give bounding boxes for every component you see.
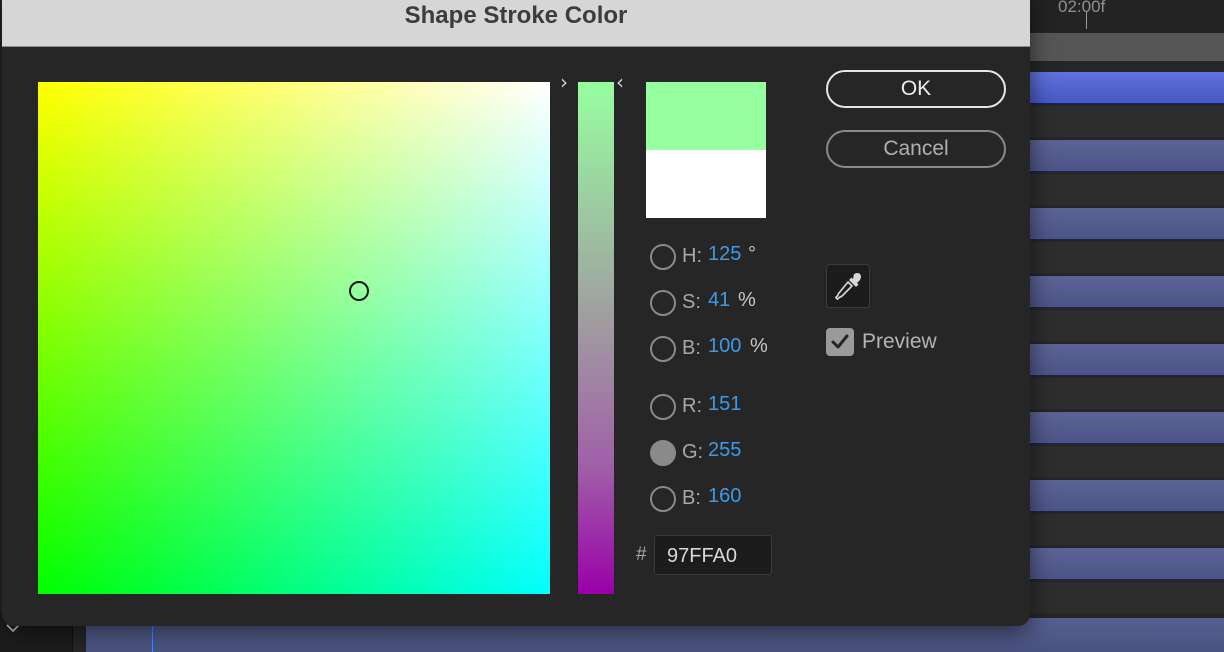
color-field-overlay xyxy=(38,82,550,594)
layer-bar[interactable] xyxy=(1000,276,1224,307)
slider-right-arrow-icon: › xyxy=(560,70,568,94)
timeline-tick xyxy=(1086,12,1087,29)
brightness-unit: % xyxy=(750,335,768,357)
blue-label: B: xyxy=(682,487,701,509)
layer-row xyxy=(1000,106,1224,137)
layer-row xyxy=(1000,378,1224,409)
red-value[interactable]: 151 xyxy=(708,393,741,416)
green-value[interactable]: 255 xyxy=(708,439,741,462)
hex-value: 97FFA0 xyxy=(667,545,738,567)
slider-left-arrow-icon: ‹ xyxy=(616,70,624,94)
layer-bar[interactable] xyxy=(1000,412,1224,443)
hue-label: H: xyxy=(682,245,702,267)
brightness-value[interactable]: 100 xyxy=(708,335,741,358)
timeline-scrollbar[interactable] xyxy=(1000,33,1224,61)
red-row: R: 151 xyxy=(646,392,766,422)
layer-bar[interactable] xyxy=(1000,72,1224,103)
brightness-label: B: xyxy=(682,337,701,359)
eyedropper-icon xyxy=(835,273,861,300)
blue-value[interactable]: 160 xyxy=(708,485,741,508)
saturation-radio[interactable] xyxy=(650,290,676,316)
timeline-ruler-label: 02:00f xyxy=(1058,0,1106,16)
hue-value[interactable]: 125 xyxy=(708,243,741,266)
dialog-titlebar[interactable]: Shape Stroke Color xyxy=(2,0,1030,47)
hue-row: H: 125 ° xyxy=(646,242,776,272)
color-slider[interactable] xyxy=(578,82,614,594)
brightness-radio[interactable] xyxy=(650,336,676,362)
saturation-value[interactable]: 41 xyxy=(708,289,730,312)
blue-radio[interactable] xyxy=(650,486,676,512)
blue-row: B: 160 xyxy=(646,484,766,514)
red-radio[interactable] xyxy=(650,394,676,420)
saturation-unit: % xyxy=(738,289,756,311)
new-color-swatch xyxy=(646,82,766,150)
hex-prefix: # xyxy=(636,544,647,565)
layer-row xyxy=(1000,446,1224,477)
layer-bar[interactable] xyxy=(1000,344,1224,375)
layer-bar[interactable] xyxy=(1000,208,1224,239)
green-radio[interactable] xyxy=(650,440,676,466)
timeline-ruler[interactable] xyxy=(1000,0,1224,32)
saturation-label: S: xyxy=(682,291,701,313)
layer-row xyxy=(1000,582,1224,613)
color-field[interactable] xyxy=(38,82,550,594)
dialog-title: Shape Stroke Color xyxy=(404,2,628,29)
preview-checkbox[interactable] xyxy=(826,328,854,356)
layer-bar[interactable] xyxy=(1000,140,1224,171)
eyedropper-button[interactable] xyxy=(826,264,870,308)
green-row: G: 255 xyxy=(646,438,766,468)
red-label: R: xyxy=(682,395,702,417)
cancel-button[interactable]: Cancel xyxy=(826,130,1006,168)
original-color-swatch[interactable] xyxy=(646,150,766,218)
brightness-row: B: 100 % xyxy=(646,334,786,364)
green-label: G: xyxy=(682,441,704,463)
ok-button[interactable]: OK xyxy=(826,70,1006,108)
saturation-row: S: 41 % xyxy=(646,288,776,318)
preview-label: Preview xyxy=(862,330,937,353)
layer-row xyxy=(1000,174,1224,205)
color-field-cursor[interactable] xyxy=(349,281,369,301)
hue-radio[interactable] xyxy=(650,244,676,270)
layer-bar[interactable] xyxy=(1000,548,1224,579)
hue-unit: ° xyxy=(748,243,756,265)
layer-bar[interactable] xyxy=(1000,480,1224,511)
screen: 02:00f Shape Stroke Color › ‹ H: 125 ° S… xyxy=(0,0,1224,652)
checkmark-icon xyxy=(831,334,849,349)
layer-row xyxy=(1000,242,1224,273)
color-picker-dialog: Shape Stroke Color › ‹ H: 125 ° S: 41 % … xyxy=(2,0,1030,626)
hex-input[interactable]: 97FFA0 xyxy=(654,535,772,575)
layer-row xyxy=(1000,310,1224,341)
layer-row xyxy=(1000,514,1224,545)
